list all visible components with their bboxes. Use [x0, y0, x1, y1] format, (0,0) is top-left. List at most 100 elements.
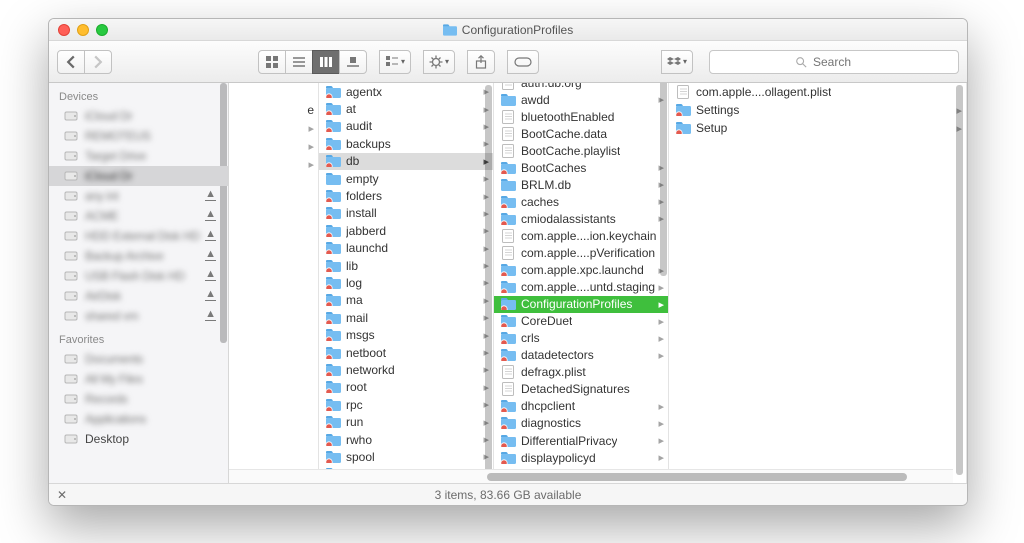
cover-flow-button[interactable] — [339, 50, 367, 74]
list-row[interactable]: log▸ — [319, 274, 493, 291]
sidebar-device-item[interactable]: iCloud Dr — [49, 106, 228, 126]
sidebar-device-item[interactable]: USB Flash Disk HD▲ — [49, 266, 228, 286]
list-row[interactable]: BootCache.data — [494, 125, 668, 142]
list-row[interactable]: com.apple....ion.keychain — [494, 227, 668, 244]
close-path-bar-button[interactable]: ✕ — [57, 488, 67, 502]
list-row[interactable]: ConfigurationProfiles▸ — [494, 296, 668, 313]
forward-button[interactable] — [84, 50, 112, 74]
horizontal-scrollbar[interactable] — [229, 469, 953, 483]
list-row[interactable]: rwho▸ — [319, 431, 493, 448]
minimize-button[interactable] — [77, 24, 89, 36]
list-row[interactable]: DetachedSignatures — [494, 381, 668, 398]
list-row[interactable]: db▸ — [319, 153, 493, 170]
list-row[interactable]: com.apple....pVerification — [494, 244, 668, 261]
sidebar-device-item[interactable]: REMOTEUS — [49, 126, 228, 146]
eject-button[interactable]: ▲ — [205, 209, 216, 221]
eject-button[interactable]: ▲ — [205, 249, 216, 261]
list-row[interactable]: com.apple.xpc.launchd▸ — [494, 262, 668, 279]
list-row[interactable]: at▸ — [319, 100, 493, 117]
list-row[interactable]: crls▸ — [494, 330, 668, 347]
list-row[interactable]: networkd▸ — [319, 361, 493, 378]
icon-view-button[interactable] — [258, 50, 286, 74]
list-row[interactable]: BRLM.db▸ — [494, 176, 668, 193]
sidebar-favorite-item[interactable]: Applications — [49, 409, 228, 429]
sidebar-favorite-item[interactable]: Records — [49, 389, 228, 409]
list-row[interactable]: defragx.plist — [494, 364, 668, 381]
list-row[interactable]: com.apple....ollagent.plist — [669, 83, 966, 101]
list-row[interactable]: install▸ — [319, 205, 493, 222]
list-row[interactable]: CoreDuet▸ — [494, 313, 668, 330]
search-input[interactable] — [813, 55, 873, 69]
sidebar-device-item[interactable]: HDD External Disk HD▲ — [49, 226, 228, 246]
list-row[interactable]: launchd▸ — [319, 240, 493, 257]
list-row[interactable]: diagnostics▸ — [494, 415, 668, 432]
sidebar-device-item[interactable]: shared vm▲ — [49, 306, 228, 326]
list-row[interactable]: e — [229, 101, 318, 119]
sidebar-favorite-item[interactable]: Desktop — [49, 429, 228, 449]
list-row[interactable]: ma▸ — [319, 292, 493, 309]
list-row[interactable]: mail▸ — [319, 309, 493, 326]
zoom-button[interactable] — [96, 24, 108, 36]
list-row[interactable]: empty▸ — [319, 170, 493, 187]
list-row[interactable]: spool▸ — [319, 448, 493, 465]
sidebar-favorite-item[interactable]: All My Files — [49, 369, 228, 389]
back-button[interactable] — [57, 50, 85, 74]
list-row[interactable]: caches▸ — [494, 193, 668, 210]
list-row[interactable]: audit▸ — [319, 118, 493, 135]
column-1[interactable]: agentx▸at▸audit▸backups▸db▸empty▸folders… — [319, 83, 494, 483]
column-view-button[interactable] — [312, 50, 340, 74]
list-row[interactable]: datadetectors▸ — [494, 347, 668, 364]
eject-button[interactable]: ▲ — [205, 309, 216, 321]
list-row[interactable]: ▸ — [229, 137, 318, 155]
list-row[interactable]: auth.db.org — [494, 83, 668, 91]
tags-button[interactable] — [507, 50, 539, 74]
list-row[interactable]: DifferentialPrivacy▸ — [494, 432, 668, 449]
dropbox-button[interactable]: ▾ — [661, 50, 693, 74]
list-row[interactable]: ▸ — [229, 119, 318, 137]
list-row[interactable]: dhcpclient▸ — [494, 398, 668, 415]
list-row[interactable]: awdd▸ — [494, 91, 668, 108]
list-row[interactable]: Setup▸ — [669, 119, 966, 137]
column-0[interactable]: e▸▸▸ — [229, 83, 319, 483]
eject-button[interactable]: ▲ — [205, 269, 216, 281]
list-view-button[interactable] — [285, 50, 313, 74]
list-row[interactable]: backups▸ — [319, 135, 493, 152]
sidebar-favorite-item[interactable]: Documents — [49, 349, 228, 369]
sidebar-device-item[interactable]: any int▲ — [49, 186, 228, 206]
column-2[interactable]: auth.db.orgawdd▸bluetoothEnabledBootCach… — [494, 83, 669, 483]
list-row[interactable]: rpc▸ — [319, 396, 493, 413]
list-row[interactable]: cmiodalassistants▸ — [494, 210, 668, 227]
list-row[interactable]: bluetoothEnabled — [494, 108, 668, 125]
list-row[interactable]: displaypolicyd▸ — [494, 449, 668, 466]
list-row[interactable]: BootCache.playlist — [494, 142, 668, 159]
list-row[interactable]: ▸ — [229, 155, 318, 173]
list-row[interactable]: msgs▸ — [319, 326, 493, 343]
sidebar-device-item[interactable]: iCloud Dr — [49, 166, 228, 186]
list-row[interactable]: lib▸ — [319, 257, 493, 274]
sidebar-device-item[interactable]: AirDisk▲ — [49, 286, 228, 306]
eject-button[interactable]: ▲ — [205, 229, 216, 241]
list-row[interactable]: netboot▸ — [319, 344, 493, 361]
action-button[interactable]: ▾ — [423, 50, 455, 74]
sidebar-device-item[interactable]: ACME▲ — [49, 206, 228, 226]
eject-button[interactable]: ▲ — [205, 289, 216, 301]
column-scrollbar[interactable] — [956, 85, 963, 475]
list-row[interactable]: root▸ — [319, 379, 493, 396]
list-row[interactable]: Settings▸ — [669, 101, 966, 119]
list-row[interactable]: com.apple....untd.staging▸ — [494, 279, 668, 296]
search-field[interactable] — [709, 50, 959, 74]
eject-button[interactable]: ▲ — [205, 189, 216, 201]
column-scrollbar[interactable] — [660, 83, 667, 276]
arrange-button[interactable]: ▾ — [379, 50, 411, 74]
list-row[interactable]: BootCaches▸ — [494, 159, 668, 176]
close-button[interactable] — [58, 24, 70, 36]
sidebar-device-item[interactable]: Backup Archive▲ — [49, 246, 228, 266]
list-row[interactable]: folders▸ — [319, 187, 493, 204]
list-row[interactable]: jabberd▸ — [319, 222, 493, 239]
column-scrollbar[interactable] — [485, 85, 492, 475]
list-row[interactable]: agentx▸ — [319, 83, 493, 100]
list-row[interactable]: run▸ — [319, 413, 493, 430]
sidebar-device-item[interactable]: Target Drive — [49, 146, 228, 166]
share-button[interactable] — [467, 50, 495, 74]
column-3[interactable]: com.apple....ollagent.plistSettings▸Setu… — [669, 83, 967, 483]
